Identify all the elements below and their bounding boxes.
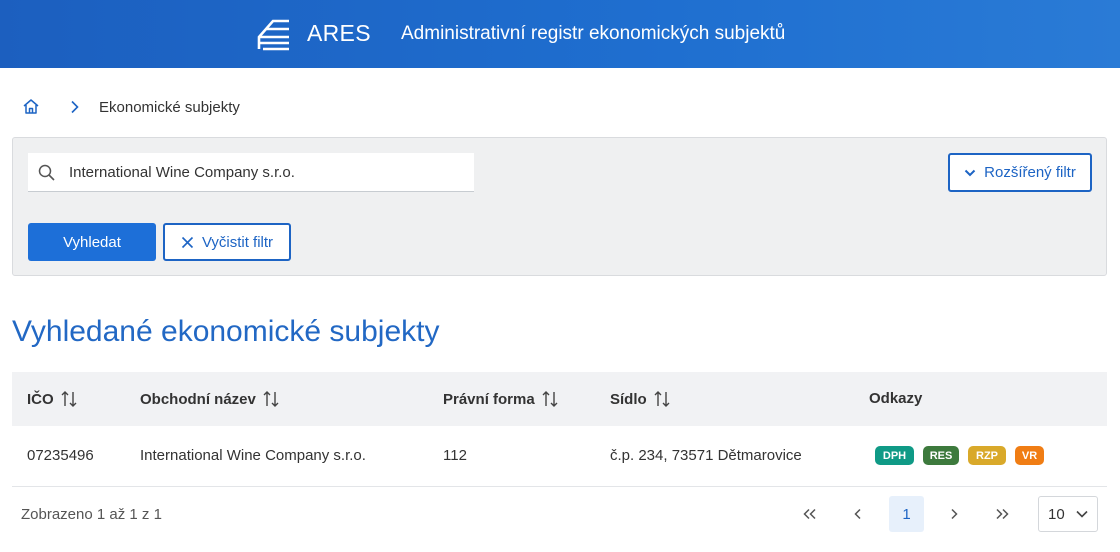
- chevron-right-icon: [951, 508, 958, 520]
- results-count: Zobrazeno 1 až 1 z 1: [21, 506, 162, 523]
- column-header-links: Odkazy: [869, 390, 922, 407]
- search-icon: [38, 164, 55, 181]
- filter-panel: Rozšířený filtr Vyhledat Vyčistit filtr: [12, 137, 1107, 276]
- page-button-current[interactable]: 1: [889, 496, 924, 532]
- cell-legal-form: 112: [443, 447, 467, 464]
- app-title: Administrativní registr ekonomických sub…: [401, 23, 786, 44]
- cell-address: č.p. 234, 73571 Dětmarovice: [610, 447, 802, 464]
- column-label: IČO: [27, 390, 54, 408]
- advanced-filter-label: Rozšířený filtr: [984, 164, 1076, 181]
- clear-filter-label: Vyčistit filtr: [201, 233, 274, 251]
- column-label: Právní forma: [443, 390, 535, 408]
- results-table: IČO Obchodní název Právní forma Sídlo Od…: [12, 372, 1107, 487]
- badge-rzp[interactable]: RZP: [968, 446, 1006, 465]
- ares-logo-icon[interactable]: [257, 17, 291, 51]
- chevron-left-icon: [854, 508, 861, 520]
- badge-res[interactable]: RES: [923, 446, 959, 465]
- search-button[interactable]: Vyhledat: [28, 223, 156, 261]
- results-title: Vyhledané ekonomické subjekty: [12, 315, 440, 348]
- brand-name[interactable]: ARES: [307, 20, 371, 47]
- column-label: Obchodní název: [140, 390, 256, 408]
- column-label: Sídlo: [610, 390, 647, 408]
- table-header: IČO Obchodní název Právní forma Sídlo Od…: [12, 372, 1107, 426]
- table-row[interactable]: 07235496 International Wine Company s.r.…: [12, 426, 1107, 487]
- chevron-down-icon: [1076, 510, 1088, 518]
- column-header-ico[interactable]: IČO: [27, 390, 77, 408]
- search-input[interactable]: [69, 153, 469, 191]
- sort-icon: [61, 391, 77, 407]
- pagination-bar: Zobrazeno 1 až 1 z 1 1 10: [12, 487, 1107, 543]
- cell-name[interactable]: International Wine Company s.r.o.: [140, 447, 366, 464]
- breadcrumb-current: Ekonomické subjekty: [99, 98, 240, 116]
- first-page-button[interactable]: [793, 496, 827, 532]
- home-icon[interactable]: [22, 98, 40, 116]
- prev-page-button[interactable]: [841, 496, 875, 532]
- close-icon: [181, 236, 194, 248]
- app-header: ARES Administrativní registr ekonomickýc…: [0, 0, 1120, 68]
- sort-icon: [263, 391, 279, 407]
- search-box: [28, 153, 474, 192]
- last-page-button[interactable]: [985, 496, 1019, 532]
- page-size-select[interactable]: 10: [1038, 496, 1098, 532]
- badge-dph[interactable]: DPH: [875, 446, 914, 465]
- chevron-right-icon: [71, 100, 79, 114]
- sort-icon: [542, 391, 558, 407]
- column-header-name[interactable]: Obchodní název: [140, 390, 279, 408]
- clear-filter-button[interactable]: Vyčistit filtr: [163, 223, 291, 261]
- column-header-legal-form[interactable]: Právní forma: [443, 390, 558, 408]
- double-chevron-left-icon: [803, 508, 816, 520]
- advanced-filter-button[interactable]: Rozšířený filtr: [948, 153, 1092, 192]
- double-chevron-right-icon: [996, 508, 1009, 520]
- column-header-address[interactable]: Sídlo: [610, 390, 670, 408]
- chevron-down-icon: [964, 169, 976, 176]
- breadcrumb: Ekonomické subjekty: [22, 97, 240, 117]
- next-page-button[interactable]: [937, 496, 971, 532]
- sort-icon: [654, 391, 670, 407]
- badge-vr[interactable]: VR: [1015, 446, 1044, 465]
- cell-ico[interactable]: 07235496: [27, 447, 94, 464]
- column-label: Odkazy: [869, 390, 923, 407]
- page-size-value: 10: [1048, 505, 1065, 523]
